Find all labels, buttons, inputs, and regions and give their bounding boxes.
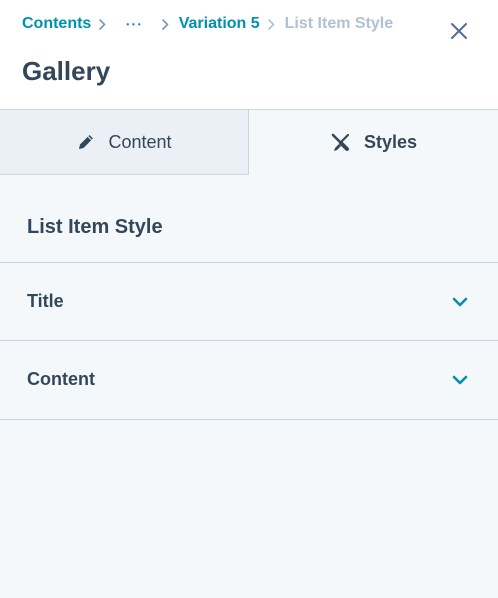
breadcrumb: Contents ••• Variation 5 List Item Style xyxy=(22,14,393,34)
accordion-title[interactable]: Title xyxy=(0,263,498,340)
tab-styles-label: Styles xyxy=(363,132,418,152)
chevron-down-icon[interactable] xyxy=(452,375,468,385)
close-icon xyxy=(451,23,467,39)
brush-icon xyxy=(331,133,350,151)
section-heading: List Item Style xyxy=(27,216,163,238)
chevron-right-icon xyxy=(99,18,106,30)
close-button[interactable] xyxy=(444,16,474,46)
tab-bar: Content Styles xyxy=(0,110,498,175)
chevron-down-icon[interactable] xyxy=(452,297,468,307)
breadcrumb-variation-link[interactable]: Variation 5 xyxy=(179,15,260,33)
tab-styles[interactable]: Styles xyxy=(249,110,498,175)
page-title: Gallery xyxy=(22,56,111,86)
accordion-content[interactable]: Content xyxy=(0,341,498,418)
accordion-title-label: Title xyxy=(27,291,64,311)
pencil-icon xyxy=(79,135,94,149)
breadcrumb-current: List Item Style xyxy=(284,15,394,32)
chevron-right-icon xyxy=(267,18,275,30)
tab-content[interactable]: Content xyxy=(0,110,249,175)
tab-content-label: Content xyxy=(108,131,172,152)
chevron-right-icon xyxy=(161,18,169,30)
breadcrumb-contents-link[interactable]: Contents xyxy=(22,15,91,33)
divider xyxy=(0,419,498,420)
breadcrumb-more-button[interactable]: ••• xyxy=(126,20,143,29)
panel-header: Contents ••• Variation 5 List Item Style… xyxy=(0,0,498,110)
accordion-content-label: Content xyxy=(27,369,95,389)
